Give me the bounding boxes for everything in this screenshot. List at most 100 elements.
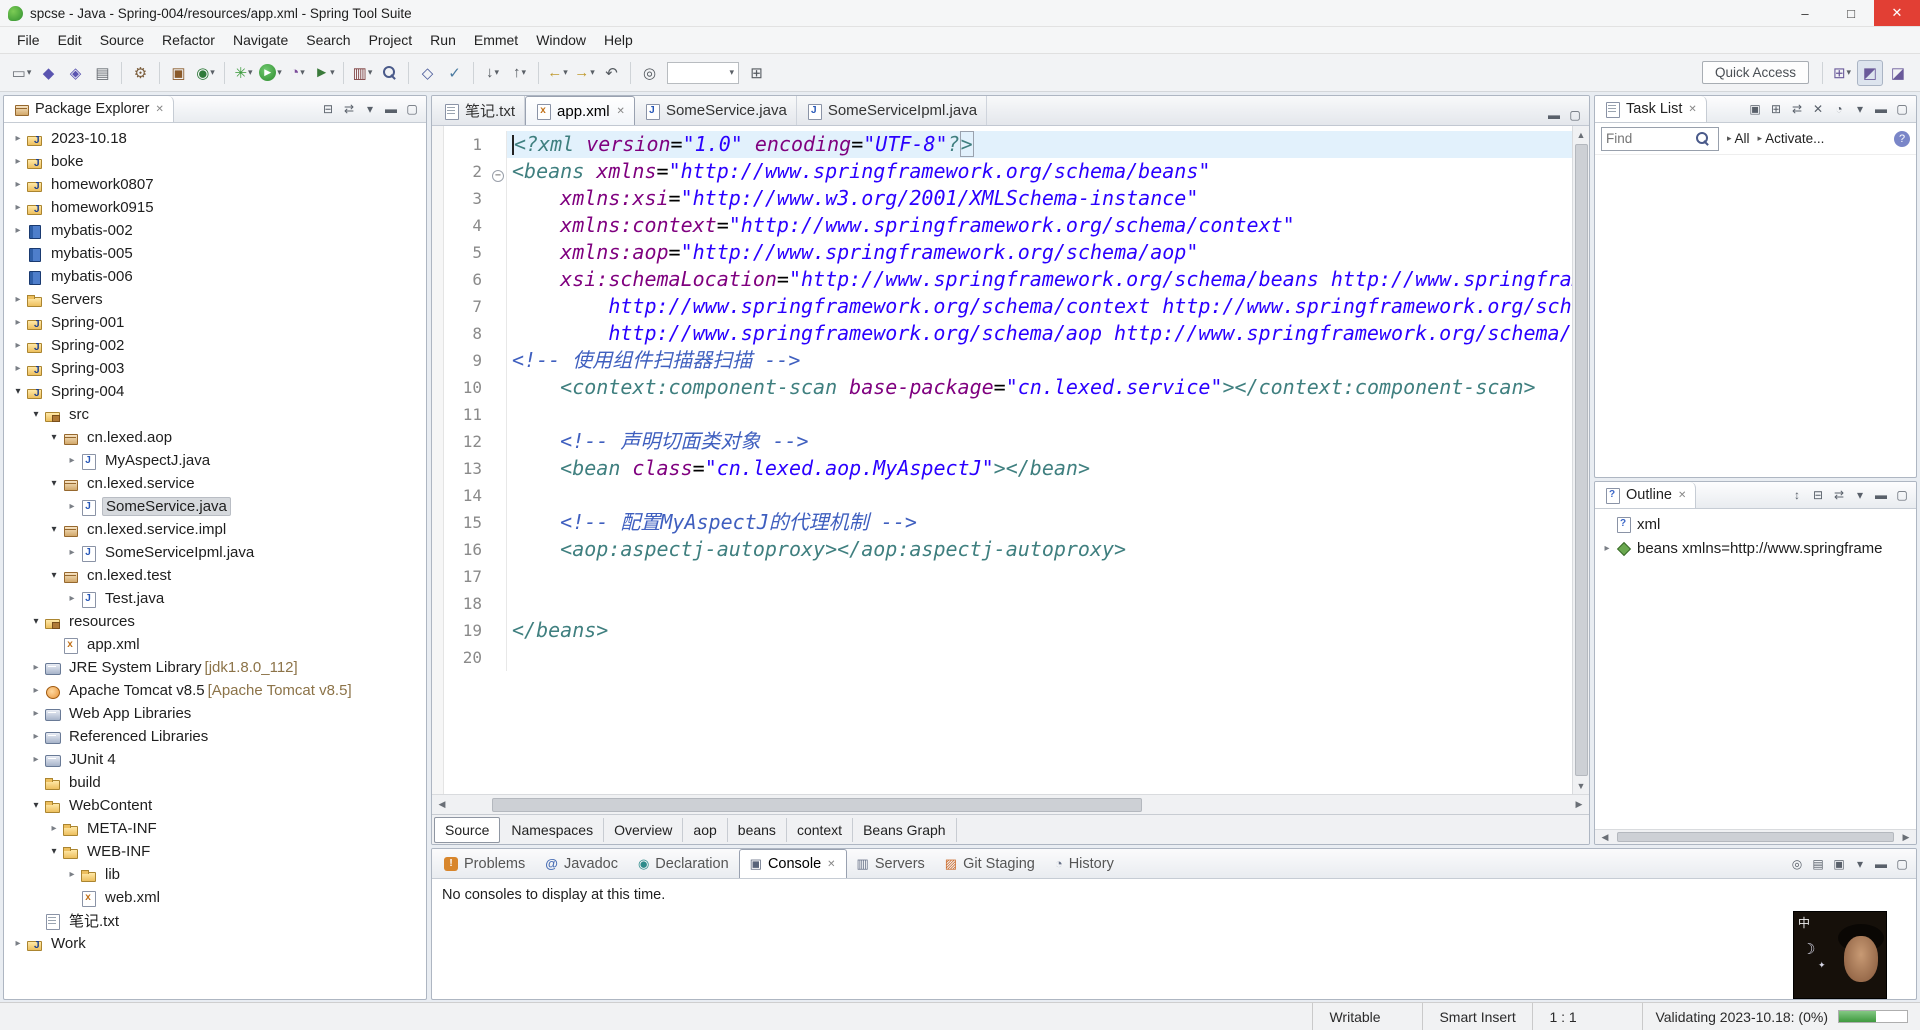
expand-arrow-icon[interactable]: ▸ xyxy=(10,317,26,328)
tree-item[interactable]: ▸ Spring-001 xyxy=(4,311,426,334)
view-menu-icon[interactable]: ▾ xyxy=(360,99,380,119)
outline-scrollbar-thumb[interactable] xyxy=(1617,832,1894,842)
scope-all-link[interactable]: All xyxy=(1735,131,1750,146)
expand-arrow-icon[interactable]: ▸ xyxy=(10,202,26,213)
tree-item[interactable]: ▸ lib xyxy=(4,863,426,886)
menu-navigate[interactable]: Navigate xyxy=(224,29,297,51)
next-annotation-button[interactable]: ↓ ▾ xyxy=(480,60,505,85)
minimize-view-icon[interactable]: ▬ xyxy=(1871,854,1891,874)
horizontal-scrollbar-thumb[interactable] xyxy=(492,797,1142,812)
pin-editor-button[interactable]: ◎ xyxy=(637,60,662,85)
tree-item[interactable]: ▸ boke xyxy=(4,150,426,173)
categorize-icon[interactable]: ⊞ xyxy=(1766,99,1786,119)
back-button[interactable]: ← ▾ xyxy=(545,60,570,85)
editor-tab-someserviceipml-java[interactable]: SomeServiceIpml.java xyxy=(797,96,988,125)
expand-arrow-icon[interactable]: ▸ xyxy=(10,225,26,236)
maximize-view-icon[interactable]: ▢ xyxy=(1892,854,1912,874)
forward-button[interactable]: → ▾ xyxy=(572,60,597,85)
view-menu-icon[interactable]: ▾ xyxy=(1850,99,1870,119)
tree-item[interactable]: ▸ Spring-003 xyxy=(4,357,426,380)
activate-link[interactable]: Activate... xyxy=(1765,131,1824,146)
tree-item[interactable]: ▾ cn.lexed.aop xyxy=(4,426,426,449)
menu-emmet[interactable]: Emmet xyxy=(465,29,527,51)
expand-arrow-icon[interactable]: ▾ xyxy=(46,570,62,581)
expand-arrow-icon[interactable]: ▾ xyxy=(46,478,62,489)
code-line[interactable]: 12 <!-- 声明切面类对象 --> xyxy=(444,428,1572,455)
menu-project[interactable]: Project xyxy=(360,29,422,51)
expand-arrow-icon[interactable]: ▸ xyxy=(28,731,44,742)
scheduled-icon[interactable]: ◔ xyxy=(1829,99,1849,119)
debug-button[interactable]: ✳ ▾ xyxy=(231,60,256,85)
menu-help[interactable]: Help xyxy=(595,29,642,51)
menu-file[interactable]: File xyxy=(8,29,49,51)
code-line[interactable]: 8 http://www.springframework.org/schema/… xyxy=(444,320,1572,347)
tree-item[interactable]: ▸ homework0915 xyxy=(4,196,426,219)
maximize-view-icon[interactable]: ▢ xyxy=(402,99,422,119)
close-tab-icon[interactable]: ✕ xyxy=(617,106,625,117)
code-line[interactable]: 3 xmlns:xsi="http://www.w3.org/2001/XMLS… xyxy=(444,185,1572,212)
tree-item[interactable]: ▸ Test.java xyxy=(4,587,426,610)
tree-item[interactable]: ▾ WEB-INF xyxy=(4,840,426,863)
expand-arrow-icon[interactable]: ▸ xyxy=(10,938,26,949)
find-box[interactable] xyxy=(1601,126,1719,151)
tree-item[interactable]: mybatis-005 xyxy=(4,242,426,265)
expand-arrow-icon[interactable]: ▸ xyxy=(10,133,26,144)
run-external-tools-button[interactable]: ► ▾ xyxy=(312,60,337,85)
profile-button[interactable]: ◔ ▾ xyxy=(285,60,310,85)
search-button[interactable] xyxy=(377,60,402,85)
expand-arrow-icon[interactable]: ▸ xyxy=(64,501,80,512)
expand-arrow-icon[interactable]: ▸ xyxy=(10,156,26,167)
maximize-editor-icon[interactable]: ▢ xyxy=(1565,105,1585,125)
editor-tab-someservice-java[interactable]: SomeService.java xyxy=(635,96,797,125)
expand-arrow-icon[interactable]: ▸ xyxy=(28,754,44,765)
perspective-java-button[interactable]: ◪ xyxy=(1885,60,1911,86)
editor-page-tab-namespaces[interactable]: Namespaces xyxy=(501,817,605,842)
menu-run[interactable]: Run xyxy=(421,29,465,51)
editor-tab-app-xml[interactable]: app.xml ✕ xyxy=(525,96,635,125)
window-minimize-button[interactable]: – xyxy=(1782,0,1828,26)
window-maximize-button[interactable]: □ xyxy=(1828,0,1874,26)
minimize-view-icon[interactable]: ▬ xyxy=(1871,99,1891,119)
code-line[interactable]: 13 <bean class="cn.lexed.aop.MyAspectJ">… xyxy=(444,455,1572,482)
new-task-toolbar-button[interactable]: ✓ xyxy=(442,60,467,85)
task-list-tab[interactable]: Task List ✕ xyxy=(1595,96,1707,122)
help-icon[interactable]: ? xyxy=(1894,130,1910,147)
editor-page-tab-beans[interactable]: beans xyxy=(728,817,787,842)
close-view-icon[interactable]: ✕ xyxy=(155,104,163,115)
vertical-scrollbar-thumb[interactable] xyxy=(1574,144,1588,777)
code-line[interactable]: 7 http://www.springframework.org/schema/… xyxy=(444,293,1572,320)
previous-annotation-button[interactable]: ↑ ▾ xyxy=(507,60,532,85)
tree-item[interactable]: ▾ Spring-004 xyxy=(4,380,426,403)
coverage-button[interactable]: ▥ ▾ xyxy=(350,60,375,85)
code-line[interactable]: 17 xyxy=(444,563,1572,590)
link-with-editor-icon[interactable]: ⇄ xyxy=(1787,99,1807,119)
expand-arrow-icon[interactable]: ▾ xyxy=(10,386,26,397)
code-line[interactable]: 15 <!-- 配置MyAspectJ的代理机制 --> xyxy=(444,509,1572,536)
code-line[interactable]: 9 <!-- 使用组件扫描器扫描 --> xyxy=(444,347,1572,374)
minimize-editor-icon[interactable]: ▬ xyxy=(1544,105,1564,125)
expand-arrow-icon[interactable]: ▸ xyxy=(28,708,44,719)
scroll-right-icon[interactable]: ▶ xyxy=(1569,799,1589,810)
collapse-all-icon[interactable]: ⊟ xyxy=(1808,485,1828,505)
code-line[interactable]: 6 xsi:schemaLocation="http://www.springf… xyxy=(444,266,1572,293)
tree-item[interactable]: ▸ Spring-002 xyxy=(4,334,426,357)
view-menu-icon[interactable]: ▾ xyxy=(1850,485,1870,505)
expand-arrow-icon[interactable]: ▸ xyxy=(10,363,26,374)
menu-edit[interactable]: Edit xyxy=(49,29,91,51)
outline-horizontal-scrollbar[interactable]: ◀ ▶ xyxy=(1595,829,1916,844)
build-all-button[interactable]: ⚙ xyxy=(128,60,153,85)
mark-occurrences-button[interactable]: ⊞ xyxy=(744,60,769,85)
expand-arrow-icon[interactable]: ▸ xyxy=(28,685,44,696)
close-tab-icon[interactable]: ✕ xyxy=(827,859,835,870)
tree-item[interactable]: ▸ Servers xyxy=(4,288,426,311)
tree-item[interactable]: ▾ cn.lexed.service xyxy=(4,472,426,495)
code-line[interactable]: 16 <aop:aspectj-autoproxy></aop:aspectj-… xyxy=(444,536,1572,563)
save-all-button[interactable]: ◈ xyxy=(63,60,88,85)
code-line[interactable]: 5 xmlns:aop="http://www.springframework.… xyxy=(444,239,1572,266)
tree-item[interactable]: ▸ Referenced Libraries xyxy=(4,725,426,748)
outline-item[interactable]: ▸ beans xmlns=http://www.springframe xyxy=(1595,536,1916,560)
save-button[interactable]: ◆ xyxy=(36,60,61,85)
link-with-editor-icon[interactable]: ⇄ xyxy=(1829,485,1849,505)
tree-item[interactable]: ▾ cn.lexed.service.impl xyxy=(4,518,426,541)
print-button[interactable]: ▤ xyxy=(90,60,115,85)
